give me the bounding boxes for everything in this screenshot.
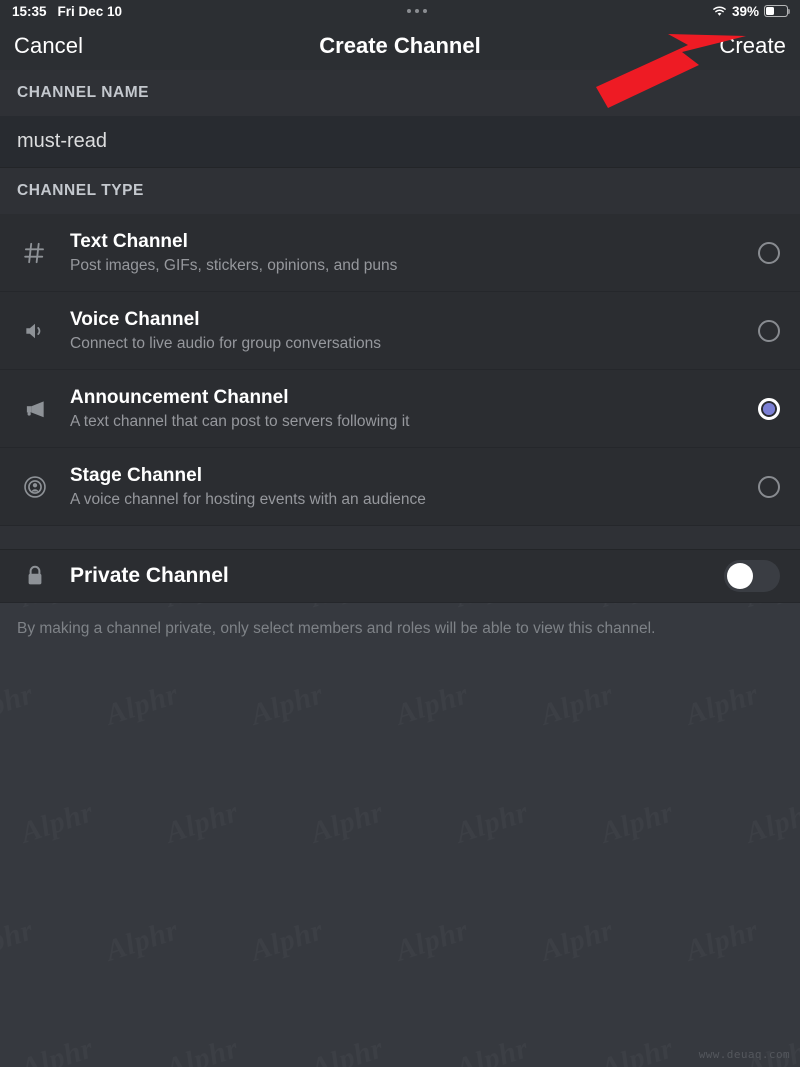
channel-type-title: Voice Channel (70, 308, 200, 330)
toggle-knob (727, 563, 753, 589)
watermark-text: Alphr (597, 1031, 678, 1067)
watermark-text: Alphr (307, 795, 388, 850)
channel-type-description: Connect to live audio for group conversa… (70, 334, 382, 352)
speaker-icon (14, 318, 56, 344)
channel-type-title: Text Channel (70, 230, 188, 252)
channel-type-list: Text Channel Post images, GIFs, stickers… (0, 214, 800, 526)
watermark-text: Alphr (0, 677, 38, 732)
channel-type-text-block: Announcement Channel A text channel that… (56, 386, 758, 431)
channel-type-title: Announcement Channel (70, 386, 289, 408)
channel-name-input[interactable]: must-read (0, 116, 800, 168)
channel-type-description: Post images, GIFs, stickers, opinions, a… (70, 256, 398, 274)
watermark-text: Alphr (452, 1031, 533, 1067)
channel-type-description: A text channel that can post to servers … (70, 412, 410, 430)
status-bar-left: 15:35 Fri Dec 10 (12, 4, 122, 19)
watermark-text: Alphr (17, 1031, 98, 1067)
channel-type-option-text[interactable]: Text Channel Post images, GIFs, stickers… (0, 214, 800, 292)
cancel-button[interactable]: Cancel (14, 33, 83, 59)
watermark-text: Alphr (452, 795, 533, 850)
status-date: Fri Dec 10 (57, 3, 123, 19)
battery-icon (764, 5, 791, 17)
channel-type-radio-stage[interactable] (758, 475, 780, 498)
watermark-text: Alphr (392, 913, 473, 968)
navigation-bar: Cancel Create Channel Create (0, 22, 800, 70)
watermark-text: Alphr (392, 677, 473, 732)
channel-name-value[interactable]: must-read (17, 130, 107, 153)
channel-type-text-block: Text Channel Post images, GIFs, stickers… (56, 230, 758, 275)
status-bar-right: 39% (712, 3, 791, 19)
watermark-text: Alphr (307, 1031, 388, 1067)
channel-type-title: Stage Channel (70, 464, 202, 486)
wifi-icon (712, 5, 727, 17)
watermark-text: Alphr (0, 913, 38, 968)
watermark-text: Alphr (537, 677, 618, 732)
watermark-text: Alphr (162, 1031, 243, 1067)
battery-percent-label: 39% (731, 3, 759, 19)
private-channel-toggle[interactable] (724, 560, 780, 592)
watermark-text: Alphr (682, 677, 763, 732)
channel-type-radio-announcement[interactable] (758, 397, 780, 420)
channel-type-section-label: CHANNEL TYPE (17, 182, 144, 199)
create-button[interactable]: Create (719, 33, 786, 59)
lock-icon (14, 564, 56, 588)
channel-type-text-block: Stage Channel A voice channel for hostin… (56, 464, 758, 509)
channel-name-section-label: CHANNEL NAME (17, 84, 150, 101)
megaphone-icon (14, 396, 56, 422)
more-dots-icon (407, 9, 428, 13)
footer-watermark: www.deuaq.com (698, 1048, 790, 1061)
channel-type-option-stage[interactable]: Stage Channel A voice channel for hostin… (0, 448, 800, 526)
watermark-text: Alphr (742, 795, 800, 850)
page-title: Create Channel (319, 33, 481, 58)
channel-type-radio-text[interactable] (758, 241, 780, 264)
channel-type-text-block: Voice Channel Connect to live audio for … (56, 308, 758, 353)
app-screen: Alphr Alphr Alphr Alphr Alphr Alphr Alphr Alphr… (0, 0, 800, 1067)
status-bar: 15:35 Fri Dec 10 39% (0, 0, 800, 22)
watermark-text: Alphr (597, 795, 678, 850)
watermark-text: Alphr (17, 795, 98, 850)
stage-broadcast-icon (14, 474, 56, 500)
channel-name-section-header: CHANNEL NAME (0, 70, 800, 116)
channel-type-radio-voice[interactable] (758, 319, 780, 342)
channel-type-option-announcement[interactable]: Announcement Channel A text channel that… (0, 370, 800, 448)
channel-type-description: A voice channel for hosting events with … (70, 490, 426, 508)
watermark-text: Alphr (247, 913, 328, 968)
private-channel-description: By making a channel private, only select… (17, 620, 656, 637)
watermark-text: Alphr (537, 913, 618, 968)
private-channel-row[interactable]: Private Channel (0, 550, 800, 603)
hash-icon (14, 240, 56, 266)
watermark-text: Alphr (682, 913, 763, 968)
watermark-text: Alphr (102, 677, 183, 732)
watermark-text: Alphr (102, 913, 183, 968)
section-divider-band (0, 526, 800, 550)
channel-type-option-voice[interactable]: Voice Channel Connect to live audio for … (0, 292, 800, 370)
status-bar-center (122, 9, 712, 13)
private-channel-label: Private Channel (70, 564, 229, 587)
status-time: 15:35 (12, 3, 47, 19)
watermark-text: Alphr (247, 677, 328, 732)
channel-type-section-header: CHANNEL TYPE (0, 168, 800, 214)
watermark-text: Alphr (162, 795, 243, 850)
